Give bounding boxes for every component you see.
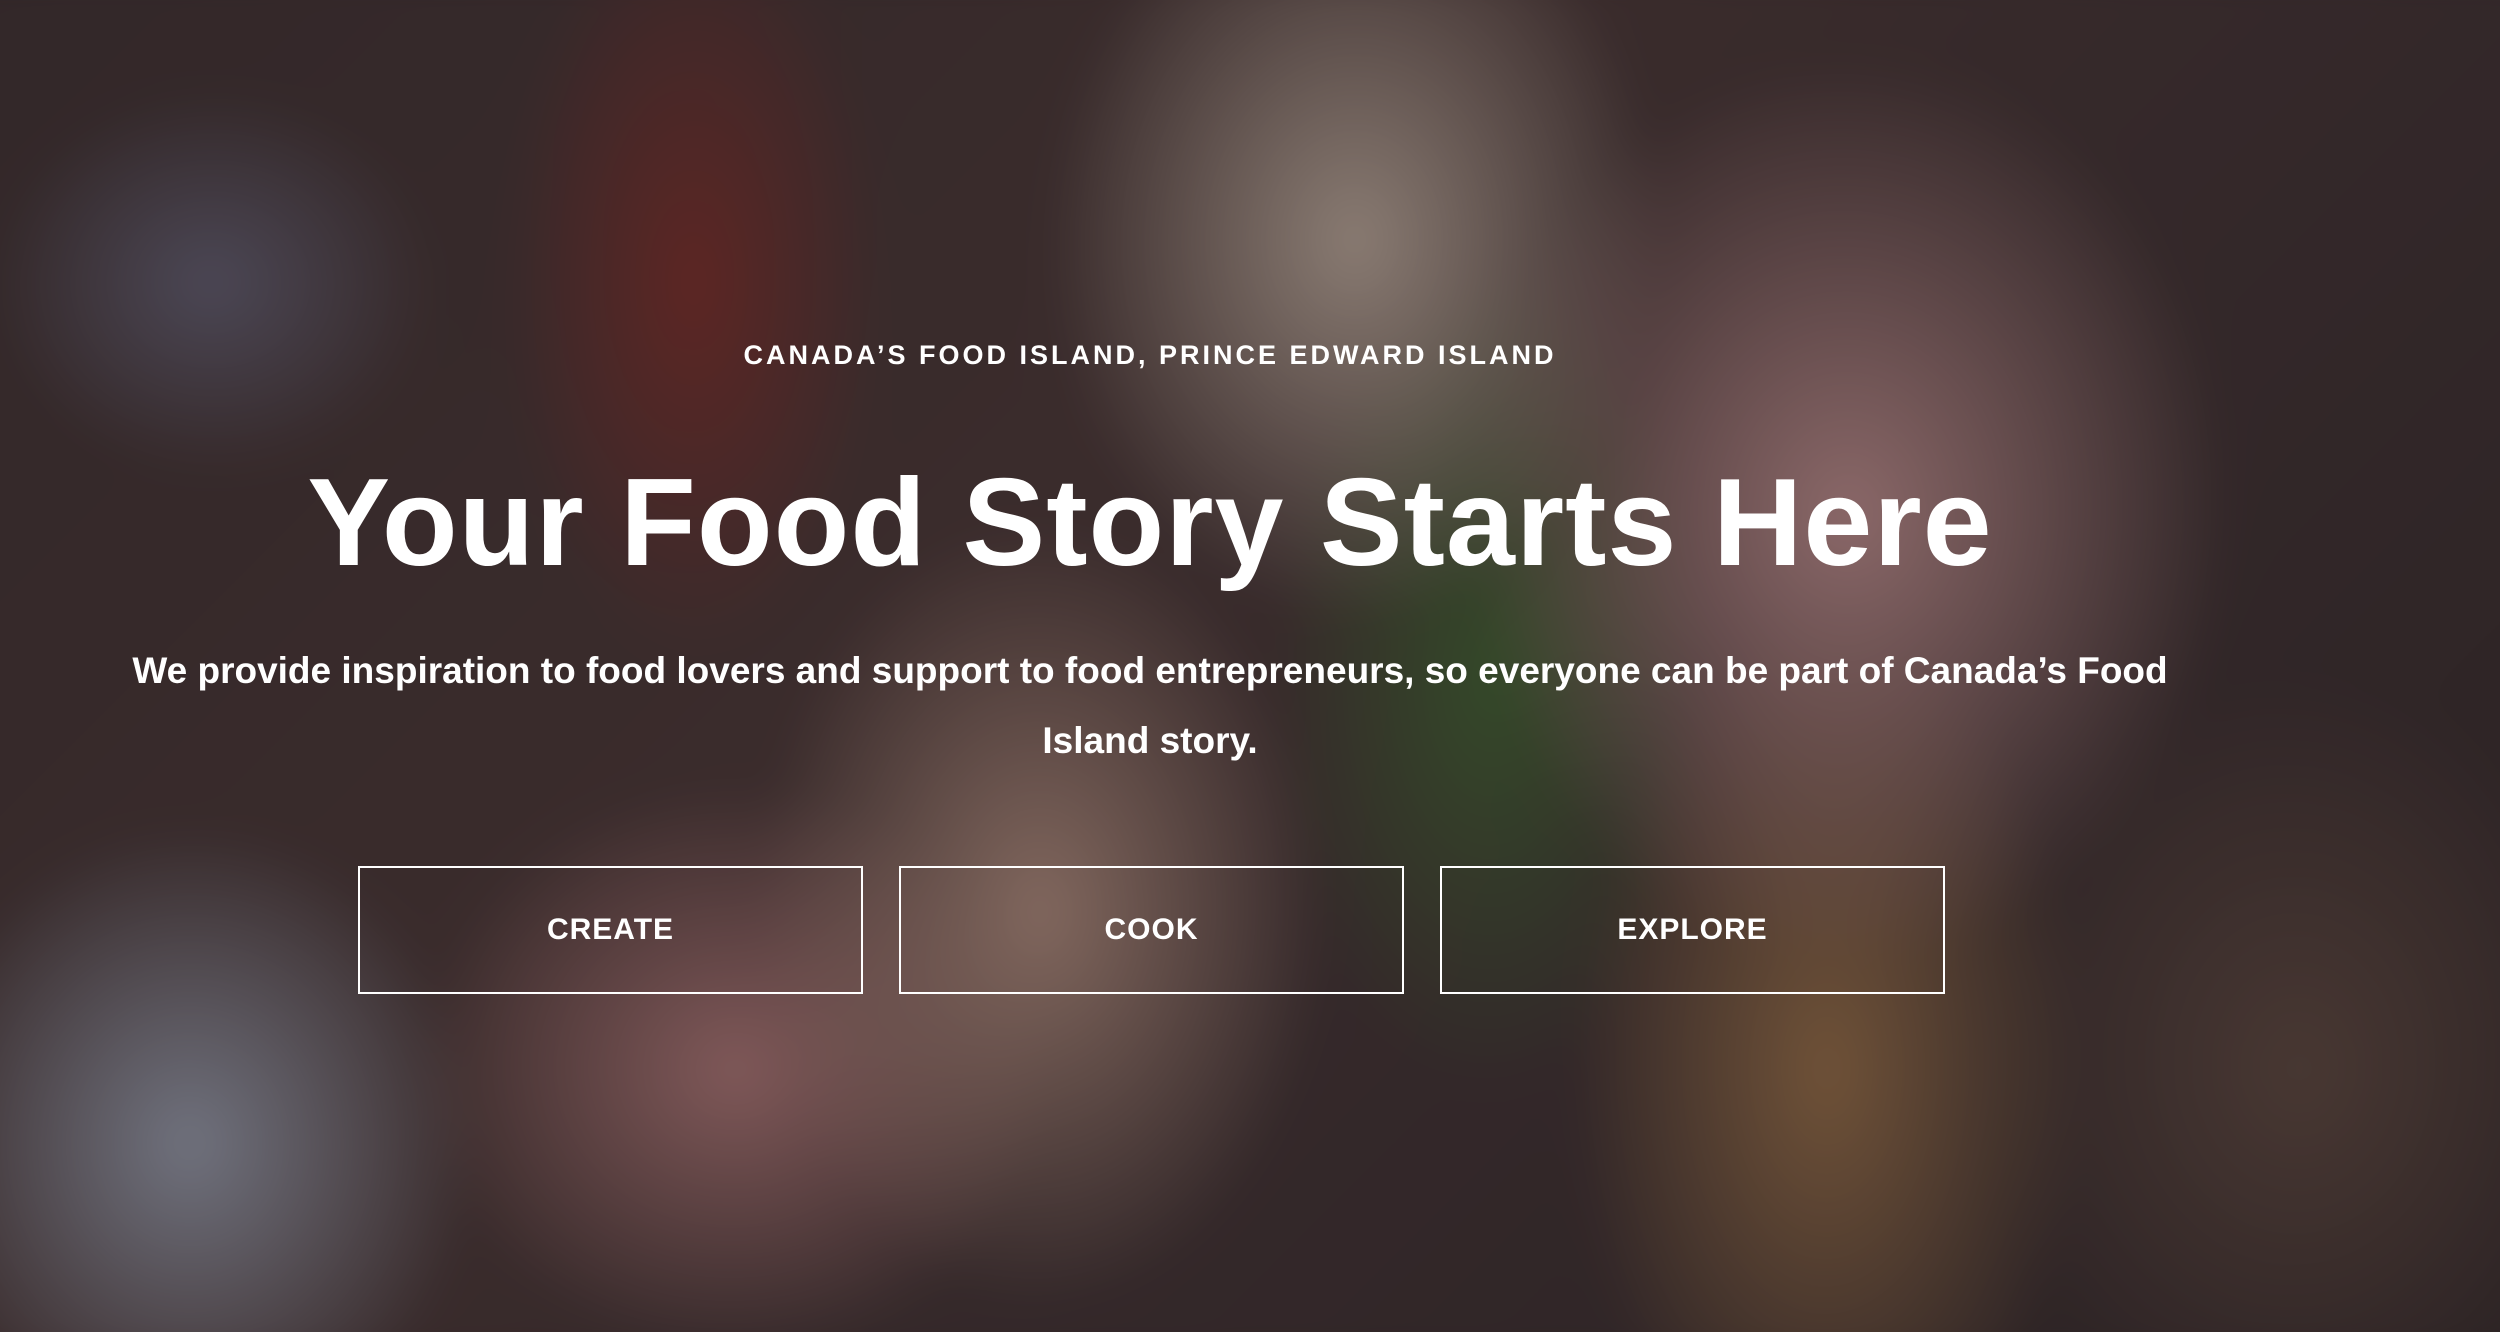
explore-button[interactable]: EXPLORE — [1440, 866, 1945, 994]
hero-content: CANADA’S FOOD ISLAND, PRINCE EDWARD ISLA… — [0, 0, 2300, 1332]
hero-section: CANADA’S FOOD ISLAND, PRINCE EDWARD ISLA… — [0, 0, 2500, 1332]
hero-eyebrow: CANADA’S FOOD ISLAND, PRINCE EDWARD ISLA… — [743, 340, 1557, 370]
cook-button[interactable]: COOK — [899, 866, 1404, 994]
hero-button-group: CREATE COOK EXPLORE — [358, 866, 1945, 994]
hero-headline: Your Food Story Starts Here — [307, 454, 1993, 592]
create-button[interactable]: CREATE — [358, 866, 863, 994]
hero-subtext: We provide inspiration to food lovers an… — [132, 650, 2168, 761]
